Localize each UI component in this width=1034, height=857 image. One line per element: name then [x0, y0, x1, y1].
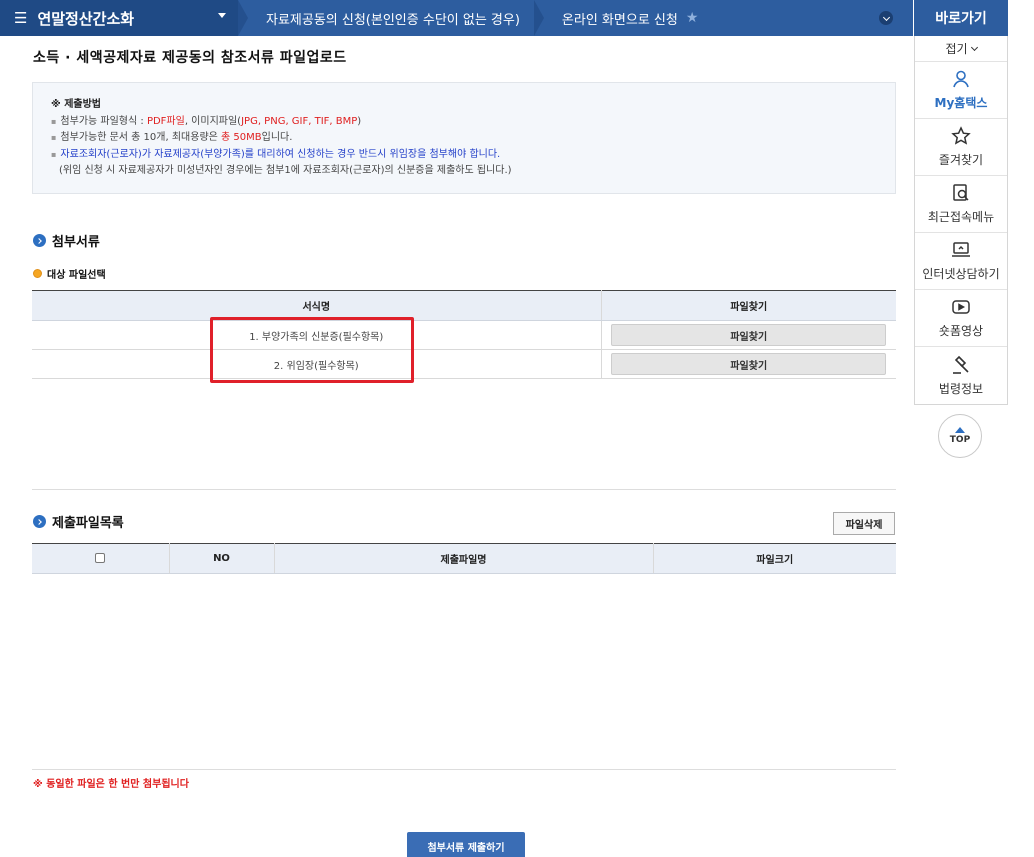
column-header-file-find: 파일찾기	[601, 290, 896, 321]
select-all-header	[32, 543, 170, 574]
recent-search-icon	[953, 184, 969, 201]
table-row: 2. 위임장(필수항목) 파일찾기	[32, 349, 896, 379]
top-navigation-bar: ☰ 연말정산간소화 자료제공동의 신청(본인인증 수단이 없는 경우) 온라인 …	[0, 0, 913, 36]
submitted-section-title: 제출파일목록	[52, 516, 124, 531]
table-row: 1. 부양가족의 신분증(필수항목) 파일찾기	[32, 320, 896, 350]
quick-item-label: My홈택스	[934, 96, 988, 110]
quick-item-favorites[interactable]: 즐겨찾기	[915, 119, 1007, 176]
quick-item-label: 법령정보	[938, 381, 984, 396]
favorite-star-icon[interactable]: ★	[686, 10, 699, 26]
select-all-checkbox[interactable]	[95, 553, 106, 563]
page-title: 소득 · 세액공제자료 제공동의 참조서류 파일업로드	[33, 50, 347, 66]
table-header-row: 서식명 파일찾기	[32, 290, 896, 321]
column-header-file-size: 파일크기	[653, 543, 896, 574]
quick-links-header: 바로가기	[914, 0, 1008, 36]
scroll-top-label: TOP	[949, 435, 971, 445]
attach-section-title: 첨부서류	[52, 235, 100, 250]
submission-notice-box: ※ 제출방법 첨부가능 파일형식 : PDF파일, 이미지파일(JPG, PNG…	[32, 82, 896, 194]
orange-dot-icon	[33, 269, 42, 278]
breadcrumb-separator-icon	[238, 0, 248, 36]
quick-item-label: 즐겨찾기	[938, 153, 984, 167]
column-header-file-name: 제출파일명	[274, 543, 654, 574]
breadcrumb-label: 자료제공동의 신청(본인인증 수단이 없는 경우)	[266, 12, 520, 28]
quick-item-recent-menu[interactable]: 최근접속메뉴	[915, 176, 1007, 233]
attach-section-heading: 첨부서류	[33, 231, 100, 250]
breadcrumb-label: 온라인 화면으로 신청	[561, 12, 678, 28]
attach-file-table: 서식명 파일찾기 1. 부양가족의 신분증(필수항목) 파일찾기 2. 위임장(…	[32, 290, 896, 379]
form-name-power-of-attorney: 2. 위임장(필수항목)	[32, 349, 602, 379]
gavel-icon	[953, 355, 969, 374]
quick-links-body: 접기 My홈택스 즐겨찾기 최근접속메뉴 인터넷상담하기 숏폼영상 법령정보	[914, 36, 1008, 405]
notice-line-delegation: 자료조회자(근로자)가 자료제공자(부양가족)를 대리하여 신청하는 경우 반드…	[51, 147, 877, 164]
quick-item-label: 인터넷상담하기	[922, 267, 1000, 281]
star-icon	[951, 126, 971, 145]
form-name-id-card: 1. 부양가족의 신분증(필수항목)	[32, 320, 602, 350]
quick-item-shortform-video[interactable]: 숏폼영상	[915, 290, 1007, 347]
quick-item-internet-consult[interactable]: 인터넷상담하기	[915, 233, 1007, 290]
column-header-no: NO	[169, 543, 275, 574]
breadcrumb-item-online[interactable]: 온라인 화면으로 신청 ★	[544, 0, 712, 36]
main-menu-title: 연말정산간소화	[37, 9, 135, 28]
chevron-down-icon	[970, 43, 978, 51]
fold-label: 접기	[945, 42, 968, 56]
table-header-row: NO 제출파일명 파일크기	[32, 543, 896, 574]
submitted-file-table: NO 제출파일명 파일크기	[32, 543, 896, 574]
person-icon	[953, 70, 969, 88]
target-file-heading: 대상 파일선택	[33, 266, 106, 281]
notice-line-file-limit: 첨부가능한 문서 총 10개, 최대용량은 총 50MB입니다.	[51, 130, 877, 147]
expand-chevron-icon[interactable]	[879, 11, 893, 25]
play-icon	[952, 300, 970, 314]
scroll-top-button[interactable]: TOP	[938, 414, 982, 458]
notice-line-file-types: 첨부가능 파일형식 : PDF파일, 이미지파일(JPG, PNG, GIF, …	[51, 114, 877, 131]
section-divider	[32, 489, 896, 490]
notice-line-minor: (위임 신청 시 자료제공자가 미성년자인 경우에는 첨부1에 자료조회자(근로…	[59, 165, 512, 176]
quick-item-label: 최근접속메뉴	[927, 210, 995, 224]
main-menu-button[interactable]: ☰ 연말정산간소화	[0, 0, 238, 36]
file-find-button-power-of-attorney[interactable]: 파일찾기	[611, 353, 887, 375]
quick-item-label: 숏폼영상	[938, 324, 984, 338]
breadcrumb-item-consent[interactable]: 자료제공동의 신청(본인인증 수단이 없는 경우)	[248, 0, 534, 36]
file-delete-button[interactable]: 파일삭제	[833, 512, 895, 535]
target-file-title: 대상 파일선택	[47, 270, 106, 281]
submit-attachments-button[interactable]: 첨부서류 제출하기	[407, 832, 525, 857]
quick-item-my-hometax[interactable]: My홈택스	[915, 62, 1007, 119]
breadcrumb-separator-icon	[533, 0, 544, 36]
column-header-form-name: 서식명	[32, 290, 602, 321]
arrow-circle-icon	[33, 234, 46, 247]
quick-links-panel: 바로가기 접기 My홈택스 즐겨찾기 최근접속메뉴 인터넷상담하기 숏폼영상 법…	[914, 0, 1008, 405]
file-find-button-id-card[interactable]: 파일찾기	[611, 324, 887, 346]
caret-down-icon	[218, 13, 226, 18]
duplicate-file-warning: ※ 동일한 파일은 한 번만 첨부됩니다	[33, 779, 189, 790]
quick-item-law-info[interactable]: 법령정보	[915, 347, 1007, 404]
submitted-section-heading: 제출파일목록	[33, 512, 124, 531]
fold-button[interactable]: 접기	[915, 36, 1007, 62]
notice-title: ※ 제출방법	[51, 99, 102, 110]
hamburger-icon: ☰	[14, 9, 28, 27]
arrow-up-icon	[955, 427, 965, 433]
arrow-circle-icon	[33, 515, 46, 528]
monitor-icon	[952, 242, 970, 257]
footer-divider	[32, 769, 896, 770]
